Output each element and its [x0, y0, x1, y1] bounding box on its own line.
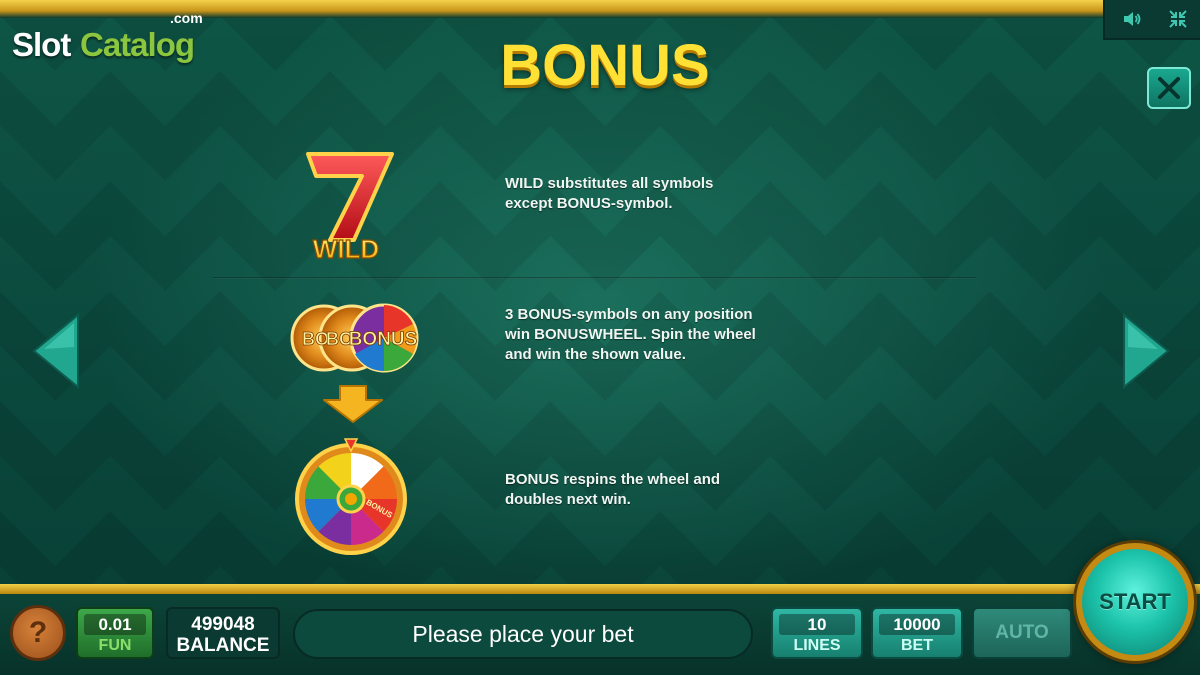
close-icon: [1158, 77, 1180, 99]
slotcatalog-logo: Slot Catalog .com: [12, 10, 212, 63]
status-message: Please place your bet: [293, 609, 753, 659]
wild-rule-line: except BONUS-symbol.: [505, 195, 673, 212]
collapse-arrows-icon[interactable]: [1167, 8, 1189, 30]
wild-rule-line: WILD substitutes all symbols: [505, 175, 714, 192]
fun-value: 0.01: [84, 614, 146, 635]
wheel-rule-line: doubles next win.: [505, 491, 631, 508]
logo-slot-text: Slot: [12, 26, 71, 63]
logo-com-text: .com: [170, 10, 203, 26]
logo-catalog-text: Catalog: [80, 26, 195, 63]
speaker-icon[interactable]: [1121, 8, 1143, 30]
right-triangle-icon[interactable]: [1118, 311, 1174, 391]
close-button[interactable]: [1147, 67, 1191, 109]
bonus-rule-line: win BONUSWHEEL. Spin the wheel: [505, 326, 756, 343]
balance-value: 499048: [191, 614, 255, 635]
fun-denomination-button[interactable]: 0.01 FUN: [76, 607, 154, 659]
bonus-rule-line: and win the shown value.: [505, 346, 686, 363]
section-divider: [213, 277, 976, 279]
bet-value: 10000: [879, 614, 955, 635]
bonus-rule-text: 3 BONUS-symbols on any position win BONU…: [505, 305, 756, 365]
wild-rule-text: WILD substitutes all symbols except BONU…: [505, 174, 713, 214]
bonus-wheel-symbol: BONUS: [295, 438, 407, 555]
lines-label: LINES: [793, 637, 841, 654]
balance-label: BALANCE: [176, 635, 270, 656]
bonus-symbol-text: BONUS: [349, 329, 418, 350]
bet-button[interactable]: 10000 BET: [871, 607, 963, 659]
wheel-rule-line: BONUS respins the wheel and: [505, 471, 721, 488]
bonus-coins-symbol: BO BO BONUS: [290, 303, 419, 373]
page-title: BONUS: [500, 33, 710, 98]
left-triangle-icon[interactable]: [28, 311, 84, 391]
start-button[interactable]: START: [1076, 543, 1194, 661]
lines-button[interactable]: 10 LINES: [771, 607, 863, 659]
balance-display: 499048 BALANCE: [166, 607, 280, 659]
game-screen: Slot Catalog .com BONUS WILD WILD substi…: [0, 0, 1200, 675]
down-arrow-icon: [323, 385, 383, 423]
auto-button[interactable]: AUTO: [972, 607, 1072, 659]
help-button[interactable]: ?: [10, 605, 66, 661]
wheel-rule-text: BONUS respins the wheel and doubles next…: [505, 470, 720, 510]
sound-fullscreen-panel: [1103, 0, 1200, 40]
bottom-gold-rail: [0, 584, 1200, 594]
bet-label: BET: [901, 637, 933, 654]
fun-label: FUN: [98, 637, 132, 654]
lines-value: 10: [779, 614, 855, 635]
seven-wild-symbol: WILD: [306, 152, 394, 265]
coin-partial-text: BO: [302, 329, 329, 349]
bonus-rule-line: 3 BONUS-symbols on any position: [505, 306, 753, 323]
wild-symbol-text: WILD: [313, 234, 379, 264]
